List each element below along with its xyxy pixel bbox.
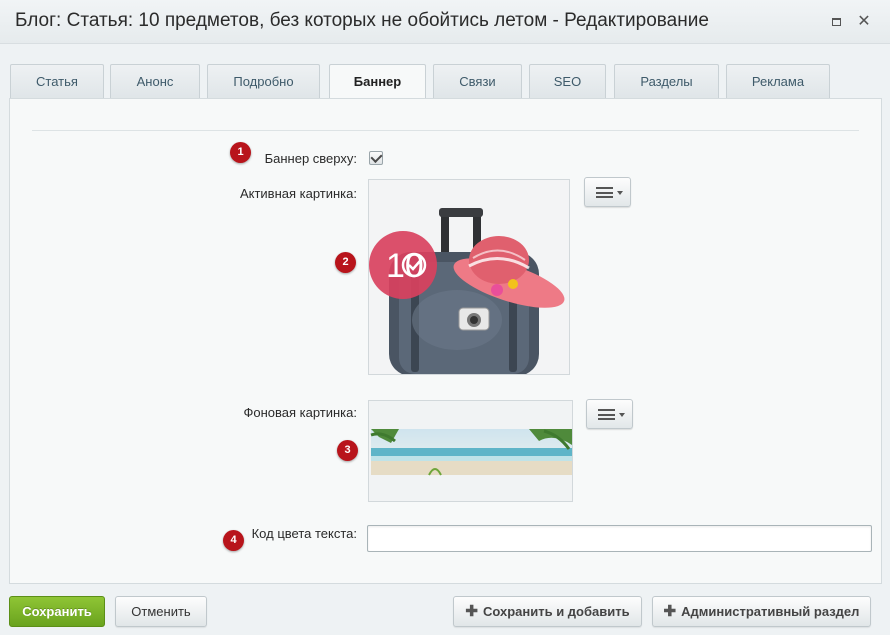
window-title: Блог: Статья: 10 предметов, без которых … bbox=[15, 10, 709, 31]
window-titlebar: Блог: Статья: 10 предметов, без которых … bbox=[0, 0, 890, 44]
step-badge-1: 1 bbox=[230, 142, 251, 163]
banner-top-label: Баннер сверху: bbox=[264, 151, 357, 166]
dialog-body: Статья Анонс Подробно Баннер Связи SEO Р… bbox=[0, 44, 890, 635]
admin-section-label: Административный раздел bbox=[681, 604, 860, 619]
tab-banner[interactable]: Баннер bbox=[329, 64, 426, 100]
save-and-add-button[interactable]: ✚ Сохранить и добавить bbox=[453, 596, 642, 627]
step-badge-2: 2 bbox=[335, 252, 356, 273]
tab-sections[interactable]: Разделы bbox=[614, 64, 719, 99]
step-badge-4: 4 bbox=[223, 530, 244, 551]
logo-number: 10 bbox=[386, 247, 424, 285]
active-image-preview[interactable]: 10 bbox=[368, 179, 570, 375]
beach-image bbox=[369, 401, 572, 501]
divider bbox=[32, 130, 859, 131]
save-button[interactable]: Сохранить bbox=[9, 596, 105, 627]
close-icon[interactable]: ✕ bbox=[857, 14, 871, 30]
maximize-icon[interactable] bbox=[829, 15, 843, 29]
background-image-label: Фоновая картинка: bbox=[243, 405, 357, 420]
banner-top-checkbox[interactable] bbox=[369, 151, 383, 165]
save-and-add-label: Сохранить и добавить bbox=[482, 604, 630, 619]
text-color-input[interactable] bbox=[367, 525, 872, 552]
active-image-menu-button[interactable] bbox=[584, 177, 631, 207]
background-image-preview[interactable] bbox=[368, 400, 573, 502]
chevron-down-icon bbox=[617, 191, 623, 195]
tab-details[interactable]: Подробно bbox=[207, 64, 320, 99]
cancel-button[interactable]: Отменить bbox=[115, 596, 207, 627]
plus-icon: ✚ bbox=[465, 603, 478, 620]
tab-advertising[interactable]: Реклама bbox=[726, 64, 830, 99]
step-badge-3: 3 bbox=[337, 440, 358, 461]
tab-seo[interactable]: SEO bbox=[529, 64, 606, 99]
chevron-down-icon bbox=[619, 413, 625, 417]
menu-icon bbox=[598, 409, 615, 420]
active-image-label: Активная картинка: bbox=[239, 186, 357, 201]
menu-icon bbox=[596, 187, 613, 198]
text-color-label: Код цвета текста: bbox=[251, 526, 357, 541]
tab-panel-banner: 1 Баннер сверху: Активная картинка: 2 10… bbox=[9, 98, 882, 584]
tab-links[interactable]: Связи bbox=[433, 64, 522, 99]
suitcase-image: 10 bbox=[369, 180, 569, 374]
tab-announce[interactable]: Анонс bbox=[110, 64, 200, 99]
plus-icon: ✚ bbox=[663, 603, 677, 620]
admin-section-button[interactable]: ✚ Административный раздел bbox=[652, 596, 871, 627]
tab-article[interactable]: Статья bbox=[10, 64, 104, 99]
background-image-menu-button[interactable] bbox=[586, 399, 633, 429]
